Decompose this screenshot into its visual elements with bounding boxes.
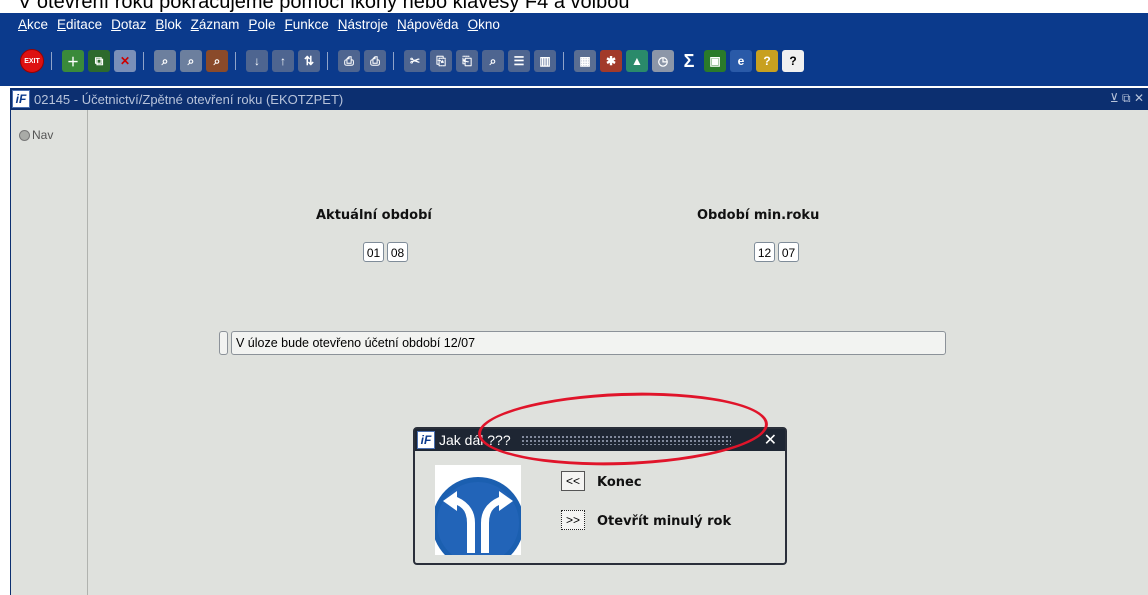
tutorial-caption: V otevření roku pokračujeme pomocí ikony… bbox=[18, 0, 630, 13]
toolbar-separator bbox=[143, 52, 147, 70]
query-enter-icon[interactable]: ⌕ bbox=[154, 50, 176, 72]
radio-icon bbox=[19, 129, 30, 141]
calendar-icon[interactable]: ◷ bbox=[652, 50, 674, 72]
exit-icon[interactable]: EXIT bbox=[20, 49, 44, 73]
toolbar-separator bbox=[393, 52, 397, 70]
excel-icon[interactable]: ▣ bbox=[704, 50, 726, 72]
message-indicator bbox=[219, 331, 228, 355]
current-year-field[interactable]: 08 bbox=[387, 242, 408, 262]
menu-blok[interactable]: Blok bbox=[155, 17, 181, 32]
menu-funkce[interactable]: Funkce bbox=[284, 17, 328, 32]
sort-desc-icon[interactable]: ↑ bbox=[272, 50, 294, 72]
query-execute-icon[interactable]: ⌕ bbox=[180, 50, 202, 72]
find-icon[interactable]: ⌕ bbox=[482, 50, 504, 72]
current-period-label: Aktuální období bbox=[316, 208, 432, 223]
konec-label: Konec bbox=[597, 475, 642, 490]
chart-icon[interactable]: ▲ bbox=[626, 50, 648, 72]
close-icon[interactable]: ✕ bbox=[764, 430, 777, 450]
menu-nastroje[interactable]: Nástroje bbox=[338, 17, 388, 32]
list-icon[interactable]: ☰ bbox=[508, 50, 530, 72]
forward-button[interactable]: >> bbox=[561, 510, 585, 530]
calculator-icon[interactable]: ▦ bbox=[574, 50, 596, 72]
sum-icon[interactable]: Σ bbox=[678, 50, 700, 72]
direction-sign-icon bbox=[435, 465, 521, 555]
back-button[interactable]: << bbox=[561, 471, 585, 491]
menu-editace[interactable]: Editace bbox=[57, 17, 102, 32]
copy-icon[interactable]: ⎘ bbox=[430, 50, 452, 72]
help-icon[interactable]: ? bbox=[782, 50, 804, 72]
menu-akce[interactable]: Akce bbox=[18, 17, 48, 32]
min-year-field[interactable]: 07 bbox=[778, 242, 799, 262]
toolbar: EXIT ＋ ⧉ ✕ ⌕ ⌕ ⌕ ↓ ↑ ⇅ ⎙ ⎙ ✂ ⎘ ⎗ ⌕ ☰ ▥ ▦… bbox=[0, 36, 1148, 86]
menu-pole[interactable]: Pole bbox=[248, 17, 275, 32]
info-message-field: V úloze bude otevřeno účetní období 12/0… bbox=[231, 331, 946, 355]
dialog-logo-icon: iF bbox=[417, 431, 435, 449]
nav-panel: Nav bbox=[11, 110, 88, 595]
duplicate-record-icon[interactable]: ⧉ bbox=[88, 50, 110, 72]
toolbar-separator bbox=[563, 52, 567, 70]
insert-record-icon[interactable]: ＋ bbox=[62, 50, 84, 72]
toolbar-separator bbox=[235, 52, 239, 70]
sort-asc-icon[interactable]: ↓ bbox=[246, 50, 268, 72]
print-setup-icon[interactable]: ⎙ bbox=[364, 50, 386, 72]
window-titlebar: iF 02145 - Účetnictví/Zpětné otevření ro… bbox=[10, 88, 1148, 110]
delete-record-icon[interactable]: ✕ bbox=[114, 50, 136, 72]
menu-bar: Akce Editace Dotaz Blok Záznam Pole Funk… bbox=[0, 13, 1148, 36]
window-controls[interactable]: ⊻ ⧉ ✕ bbox=[1110, 91, 1144, 106]
window-title: 02145 - Účetnictví/Zpětné otevření roku … bbox=[34, 91, 344, 107]
menu-okno[interactable]: Okno bbox=[468, 17, 500, 32]
menu-dotaz[interactable]: Dotaz bbox=[111, 17, 146, 32]
nav-radio[interactable]: Nav bbox=[19, 128, 53, 142]
min-month-field[interactable]: 12 bbox=[754, 242, 775, 262]
sort-multi-icon[interactable]: ⇅ bbox=[298, 50, 320, 72]
paste-icon[interactable]: ⎗ bbox=[456, 50, 478, 72]
toolbar-separator bbox=[327, 52, 331, 70]
columns-icon[interactable]: ▥ bbox=[534, 50, 556, 72]
cut-icon[interactable]: ✂ bbox=[404, 50, 426, 72]
min-period-label: Období min.roku bbox=[697, 208, 820, 223]
tools-icon[interactable]: ✱ bbox=[600, 50, 622, 72]
current-month-field[interactable]: 01 bbox=[363, 242, 384, 262]
open-previous-year-label: Otevřít minulý rok bbox=[597, 514, 732, 529]
toolbar-separator bbox=[51, 52, 55, 70]
web-icon[interactable]: e bbox=[730, 50, 752, 72]
form-canvas: Nav Aktuální období 01 08 Období min.rok… bbox=[10, 110, 1148, 595]
query-cancel-icon[interactable]: ⌕ bbox=[206, 50, 228, 72]
print-icon[interactable]: ⎙ bbox=[338, 50, 360, 72]
menu-napoveda[interactable]: Nápověda bbox=[397, 17, 459, 32]
nav-label: Nav bbox=[32, 128, 54, 142]
search-help-icon[interactable]: ? bbox=[756, 50, 778, 72]
app-logo-icon: iF bbox=[12, 90, 30, 108]
menu-zaznam[interactable]: Záznam bbox=[191, 17, 240, 32]
